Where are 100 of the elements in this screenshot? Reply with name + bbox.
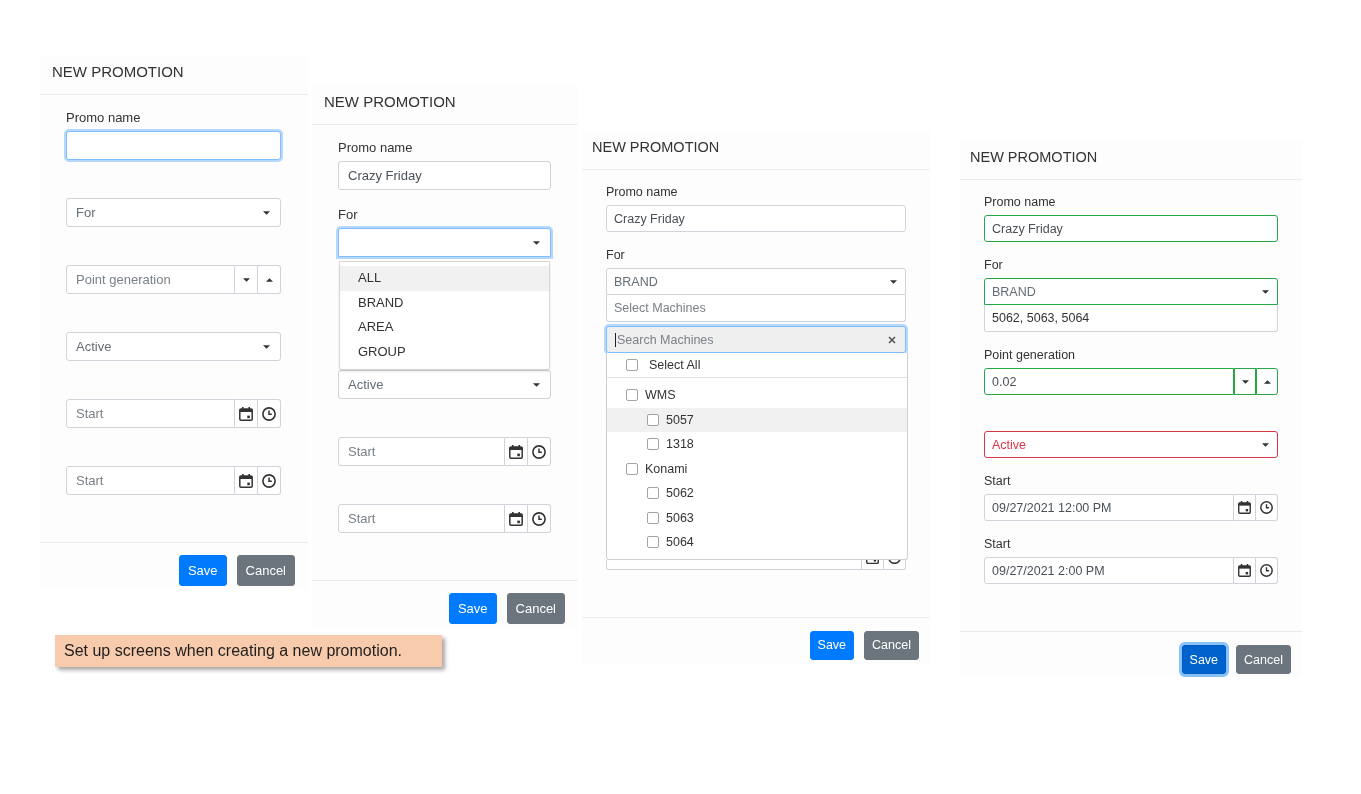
caret-down-icon xyxy=(242,277,250,282)
save-button[interactable]: Save xyxy=(448,593,497,624)
number-input[interactable]: 0.02 xyxy=(984,368,1234,395)
caret-down-icon xyxy=(533,382,540,387)
decrement-button[interactable] xyxy=(1234,368,1256,395)
dropdown-option[interactable]: ALL xyxy=(340,266,549,291)
checkbox[interactable] xyxy=(647,438,659,451)
checklist-option[interactable]: Konami xyxy=(607,456,907,481)
checkbox[interactable] xyxy=(647,511,659,524)
calendar-icon xyxy=(509,444,523,459)
checkbox[interactable] xyxy=(626,462,638,475)
clock-icon xyxy=(1260,564,1273,577)
multi-select-field[interactable]: Select Machines xyxy=(606,295,906,322)
calendar-button[interactable] xyxy=(235,466,258,495)
field-label: Promo name xyxy=(606,185,678,199)
dialog-title: NEW PROMOTION xyxy=(970,149,1098,165)
clock-icon xyxy=(262,406,276,421)
calendar-icon xyxy=(1238,564,1251,577)
select-dropdown[interactable]: BRAND xyxy=(606,268,906,295)
number-input[interactable]: Point generation xyxy=(66,265,235,294)
field-label: Promo name xyxy=(984,195,1056,209)
calendar-icon xyxy=(866,559,879,564)
dialog-title: NEW PROMOTION xyxy=(324,93,456,110)
select-dropdown[interactable]: Active xyxy=(984,431,1278,458)
dropdown-option[interactable]: AREA xyxy=(340,315,549,340)
dialog-title: NEW PROMOTION xyxy=(592,139,720,155)
dropdown-option[interactable]: GROUP xyxy=(340,339,549,364)
checklist-option[interactable]: 1318 xyxy=(607,432,907,457)
decrement-button[interactable] xyxy=(235,265,258,294)
text-input[interactable]: Crazy Friday xyxy=(984,215,1278,242)
caret-down-icon xyxy=(263,210,270,215)
field-label: Start xyxy=(984,537,1011,551)
cancel-button[interactable]: Cancel xyxy=(506,593,565,624)
clock-button[interactable] xyxy=(1256,557,1278,584)
date-time-input[interactable]: 09/27/2021 12:00 PM xyxy=(984,494,1234,521)
date-time-input[interactable]: Start xyxy=(66,399,235,428)
select-dropdown[interactable]: For xyxy=(66,198,281,227)
cancel-button[interactable]: Cancel xyxy=(236,555,295,586)
checklist-option[interactable]: 5057 xyxy=(607,407,907,432)
text-input[interactable]: Crazy Friday xyxy=(338,161,551,190)
date-time-input[interactable]: Start xyxy=(66,466,235,495)
checkbox[interactable] xyxy=(647,413,659,426)
checkbox[interactable] xyxy=(626,389,638,402)
checkbox[interactable] xyxy=(647,536,659,549)
cancel-button[interactable]: Cancel xyxy=(864,630,919,660)
checklist-option[interactable]: 5062 xyxy=(607,481,907,506)
clock-button[interactable] xyxy=(258,466,281,495)
clock-icon xyxy=(532,511,546,526)
text-input[interactable]: Crazy Friday xyxy=(606,205,906,232)
calendar-button[interactable] xyxy=(862,559,884,570)
caret-down-icon xyxy=(1241,379,1249,384)
date-time-input[interactable] xyxy=(606,559,862,570)
caret-down-icon xyxy=(533,240,540,245)
date-time-input[interactable]: Start xyxy=(338,504,505,533)
clock-icon xyxy=(532,444,546,459)
search-field[interactable]: Search Machines xyxy=(606,326,906,353)
select-dropdown[interactable]: BRAND xyxy=(984,278,1278,305)
calendar-button[interactable] xyxy=(505,437,528,466)
field-label: For xyxy=(338,207,358,222)
checkbox[interactable] xyxy=(626,359,638,371)
clock-button[interactable] xyxy=(258,399,281,428)
close-icon[interactable] xyxy=(888,335,896,344)
field-label: Start xyxy=(984,474,1011,488)
checklist-option[interactable]: 5063 xyxy=(607,505,907,530)
dialog-title: NEW PROMOTION xyxy=(52,63,184,80)
save-button[interactable]: Save xyxy=(178,555,227,586)
clock-button[interactable] xyxy=(884,559,906,570)
field-label: Promo name xyxy=(338,140,413,155)
cancel-button[interactable]: Cancel xyxy=(1236,645,1291,674)
clock-button[interactable] xyxy=(528,504,551,533)
text-input[interactable] xyxy=(66,131,281,160)
calendar-button[interactable] xyxy=(1234,494,1256,521)
save-button[interactable]: Save xyxy=(1181,645,1227,674)
clock-button[interactable] xyxy=(528,437,551,466)
clock-icon xyxy=(1260,501,1273,514)
caret-down-icon xyxy=(263,344,270,349)
calendar-button[interactable] xyxy=(1234,557,1256,584)
calendar-button[interactable] xyxy=(235,399,258,428)
caret-down-icon xyxy=(1262,289,1269,294)
caret-down-icon xyxy=(890,279,897,284)
date-time-input[interactable]: 09/27/2021 2:00 PM xyxy=(984,557,1234,584)
increment-button[interactable] xyxy=(1256,368,1278,395)
checkbox[interactable] xyxy=(647,487,659,500)
calendar-icon xyxy=(239,406,253,421)
checklist-option[interactable]: 5064 xyxy=(607,530,907,555)
caret-down-icon xyxy=(1262,442,1269,447)
checklist-option[interactable]: WMS xyxy=(607,383,907,408)
caret-up-icon xyxy=(265,277,273,282)
select-dropdown[interactable]: Active xyxy=(338,370,551,399)
checklist-option[interactable]: Select All xyxy=(607,353,907,378)
dropdown-option[interactable]: BRAND xyxy=(340,290,549,315)
increment-button[interactable] xyxy=(258,265,281,294)
clock-button[interactable] xyxy=(1256,494,1278,521)
date-time-input[interactable]: Start xyxy=(338,437,505,466)
save-button[interactable]: Save xyxy=(809,630,855,660)
clock-icon xyxy=(262,473,276,488)
calendar-button[interactable] xyxy=(505,504,528,533)
calendar-icon xyxy=(1238,501,1251,514)
select-dropdown[interactable]: Active xyxy=(66,332,281,361)
multi-select-field[interactable]: 5062, 5063, 5064 xyxy=(984,305,1278,332)
